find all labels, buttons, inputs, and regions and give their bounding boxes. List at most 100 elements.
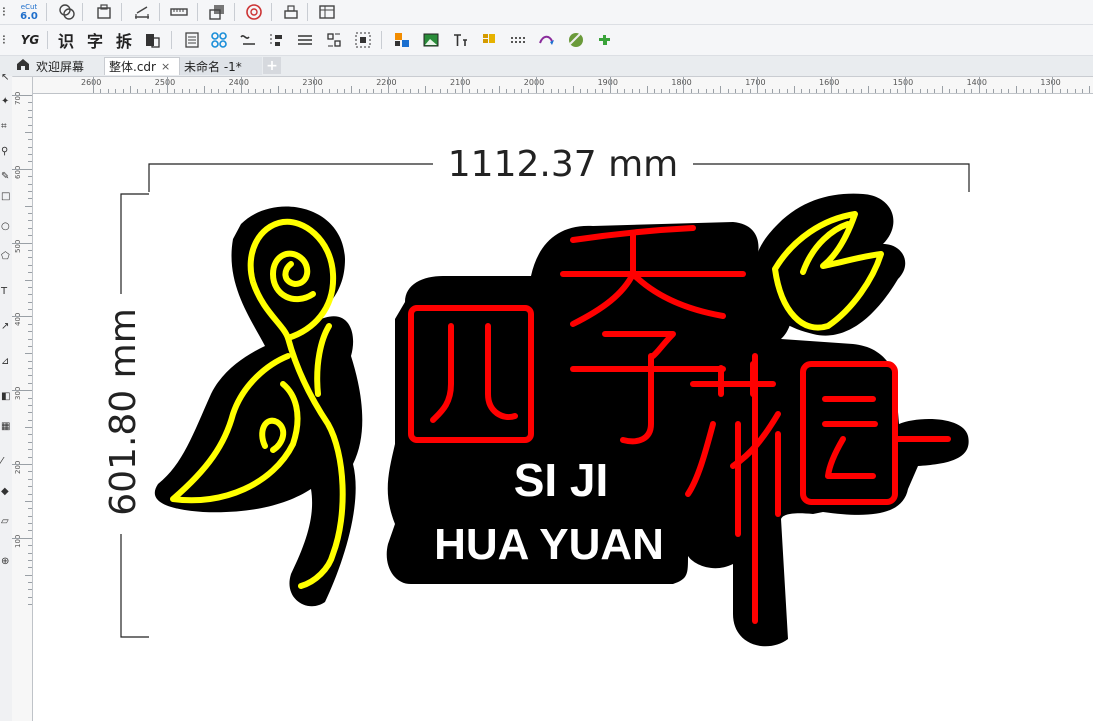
ruler-tick: [28, 397, 32, 399]
ruler-tick: [771, 89, 773, 93]
layers-icon[interactable]: [478, 29, 500, 51]
new-tab-button[interactable]: +: [263, 57, 281, 74]
dots-grid-icon[interactable]: [507, 29, 529, 51]
distribute-icon[interactable]: [294, 29, 316, 51]
ruler-tick: [28, 257, 32, 259]
yg-button[interactable]: YG: [19, 29, 41, 51]
color-blocks-icon[interactable]: [391, 29, 413, 51]
zoom-tool-icon[interactable]: ⚲: [1, 146, 11, 158]
ruler-tick: [28, 124, 32, 126]
arrange-icon[interactable]: [206, 1, 228, 23]
add-tool-icon[interactable]: ⊕: [1, 556, 11, 568]
globe-icon[interactable]: [565, 29, 587, 51]
ruler-tick: [262, 89, 264, 93]
ruler-tick: [565, 89, 567, 93]
ruler-label: 1500: [892, 78, 914, 87]
ruler-tick: [712, 89, 714, 93]
ruler-label: 1400: [966, 78, 987, 87]
puzzle-icon[interactable]: [594, 29, 616, 51]
ruler-tick: [307, 89, 309, 93]
text-tool-icon[interactable]: T: [1, 286, 11, 298]
target-icon[interactable]: [243, 1, 265, 23]
package-icon[interactable]: [93, 1, 115, 23]
image-frame-icon[interactable]: [420, 29, 442, 51]
recognize-button[interactable]: 识: [55, 29, 77, 51]
ruler-tick: [801, 89, 803, 93]
ruler-tick: [284, 89, 286, 93]
polygon-tool-icon[interactable]: ⬠: [1, 251, 11, 263]
ruler-tick: [808, 89, 810, 93]
dimension-tool-icon[interactable]: ↗: [1, 321, 11, 333]
select-region-icon[interactable]: [352, 29, 374, 51]
ecut-logo-button[interactable]: eCut 6.0: [18, 1, 40, 23]
drawing-canvas[interactable]: 1112.37 mm 601.80 mm SI JI HUA YUAN: [33, 94, 1093, 721]
table-icon[interactable]: [316, 1, 338, 23]
ruler-tick: [742, 89, 744, 93]
list-icon[interactable]: [181, 29, 203, 51]
ruler-tick: [28, 449, 32, 451]
ruler-tick: [28, 523, 32, 525]
shape-tool-icon[interactable]: ✦: [1, 96, 11, 108]
ruler-tick: [1045, 89, 1047, 93]
split-button[interactable]: 拆: [113, 29, 135, 51]
sign-line-siji: SI JI: [514, 454, 609, 506]
tab-label: 未命名 -1*: [184, 59, 242, 74]
ruler-tick: [225, 89, 227, 93]
pick-tool-icon[interactable]: ↖: [1, 72, 11, 84]
print-icon[interactable]: [280, 1, 302, 23]
transparency-tool-icon[interactable]: ▦: [1, 421, 11, 433]
grid-snap-icon[interactable]: [323, 29, 345, 51]
ruler-tick: [28, 375, 32, 377]
tab-untitled-1[interactable]: 未命名 -1*: [180, 57, 262, 75]
curve-arrow-icon[interactable]: [536, 29, 558, 51]
ruler-tick: [28, 331, 32, 333]
measure-icon[interactable]: [131, 1, 153, 23]
ruler-label: 2600: [81, 78, 102, 87]
node-network-icon[interactable]: [208, 29, 230, 51]
ruler-tick: [12, 242, 32, 244]
toolbar-separator: [234, 3, 235, 21]
ruler-tick: [28, 249, 32, 251]
connector-tool-icon[interactable]: ⊿: [1, 356, 11, 368]
ruler-tick: [1030, 89, 1032, 93]
ruler-tick: [247, 89, 249, 93]
tab-close-button[interactable]: ×: [161, 60, 170, 73]
clipboard-icon[interactable]: [141, 29, 163, 51]
wave-path-icon[interactable]: [237, 29, 259, 51]
ruler-tick: [144, 89, 146, 93]
tab-welcome-screen[interactable]: 欢迎屏幕: [12, 57, 101, 75]
horizontal-ruler[interactable]: 2600 2500 2400 2300 2200 2100 2000 1900 1800 1700…: [33, 77, 1093, 94]
ruler-tick: [860, 89, 862, 93]
ruler-tick: [609, 77, 611, 93]
ruler-label: 400: [14, 313, 22, 327]
outline-tool-icon[interactable]: ▱: [1, 516, 11, 528]
ruler-tick: [28, 146, 32, 148]
ruler-tick: [28, 582, 32, 584]
tab-zhengti-cdr[interactable]: 整体.cdr ×: [104, 57, 180, 75]
weld-icon[interactable]: [56, 1, 78, 23]
blend-tool-icon[interactable]: ◧: [1, 391, 11, 403]
ruler-tick: [395, 89, 397, 93]
ruler-label: 600: [14, 165, 22, 179]
ruler-tick: [912, 89, 914, 93]
width-dimension-line[interactable]: 1112.37 mm: [148, 144, 970, 192]
crop-tool-icon[interactable]: ⌗: [1, 121, 11, 133]
ruler-tick: [904, 77, 906, 93]
ruler-tick: [28, 190, 32, 192]
height-dimension-line[interactable]: 601.80 mm: [103, 193, 149, 638]
ruler-icon[interactable]: [168, 1, 190, 23]
ruler-tick: [270, 89, 272, 93]
fill-tool-icon[interactable]: ◆: [1, 486, 11, 498]
ruler-tick: [779, 89, 781, 93]
text-button[interactable]: 字: [84, 29, 106, 51]
ruler-tick: [388, 77, 390, 93]
align-nodes-icon[interactable]: [265, 29, 287, 51]
rectangle-tool-icon[interactable]: □: [1, 191, 11, 203]
vertical-ruler[interactable]: 700 600 500 400 300 200 100: [12, 77, 33, 721]
freehand-tool-icon[interactable]: ✎: [1, 171, 11, 183]
toolbar-separator: [381, 31, 382, 49]
ellipse-tool-icon[interactable]: ○: [1, 221, 11, 233]
text-size-icon[interactable]: [449, 29, 471, 51]
eyedropper-tool-icon[interactable]: ⁄: [1, 456, 11, 468]
ruler-tick: [115, 89, 117, 93]
